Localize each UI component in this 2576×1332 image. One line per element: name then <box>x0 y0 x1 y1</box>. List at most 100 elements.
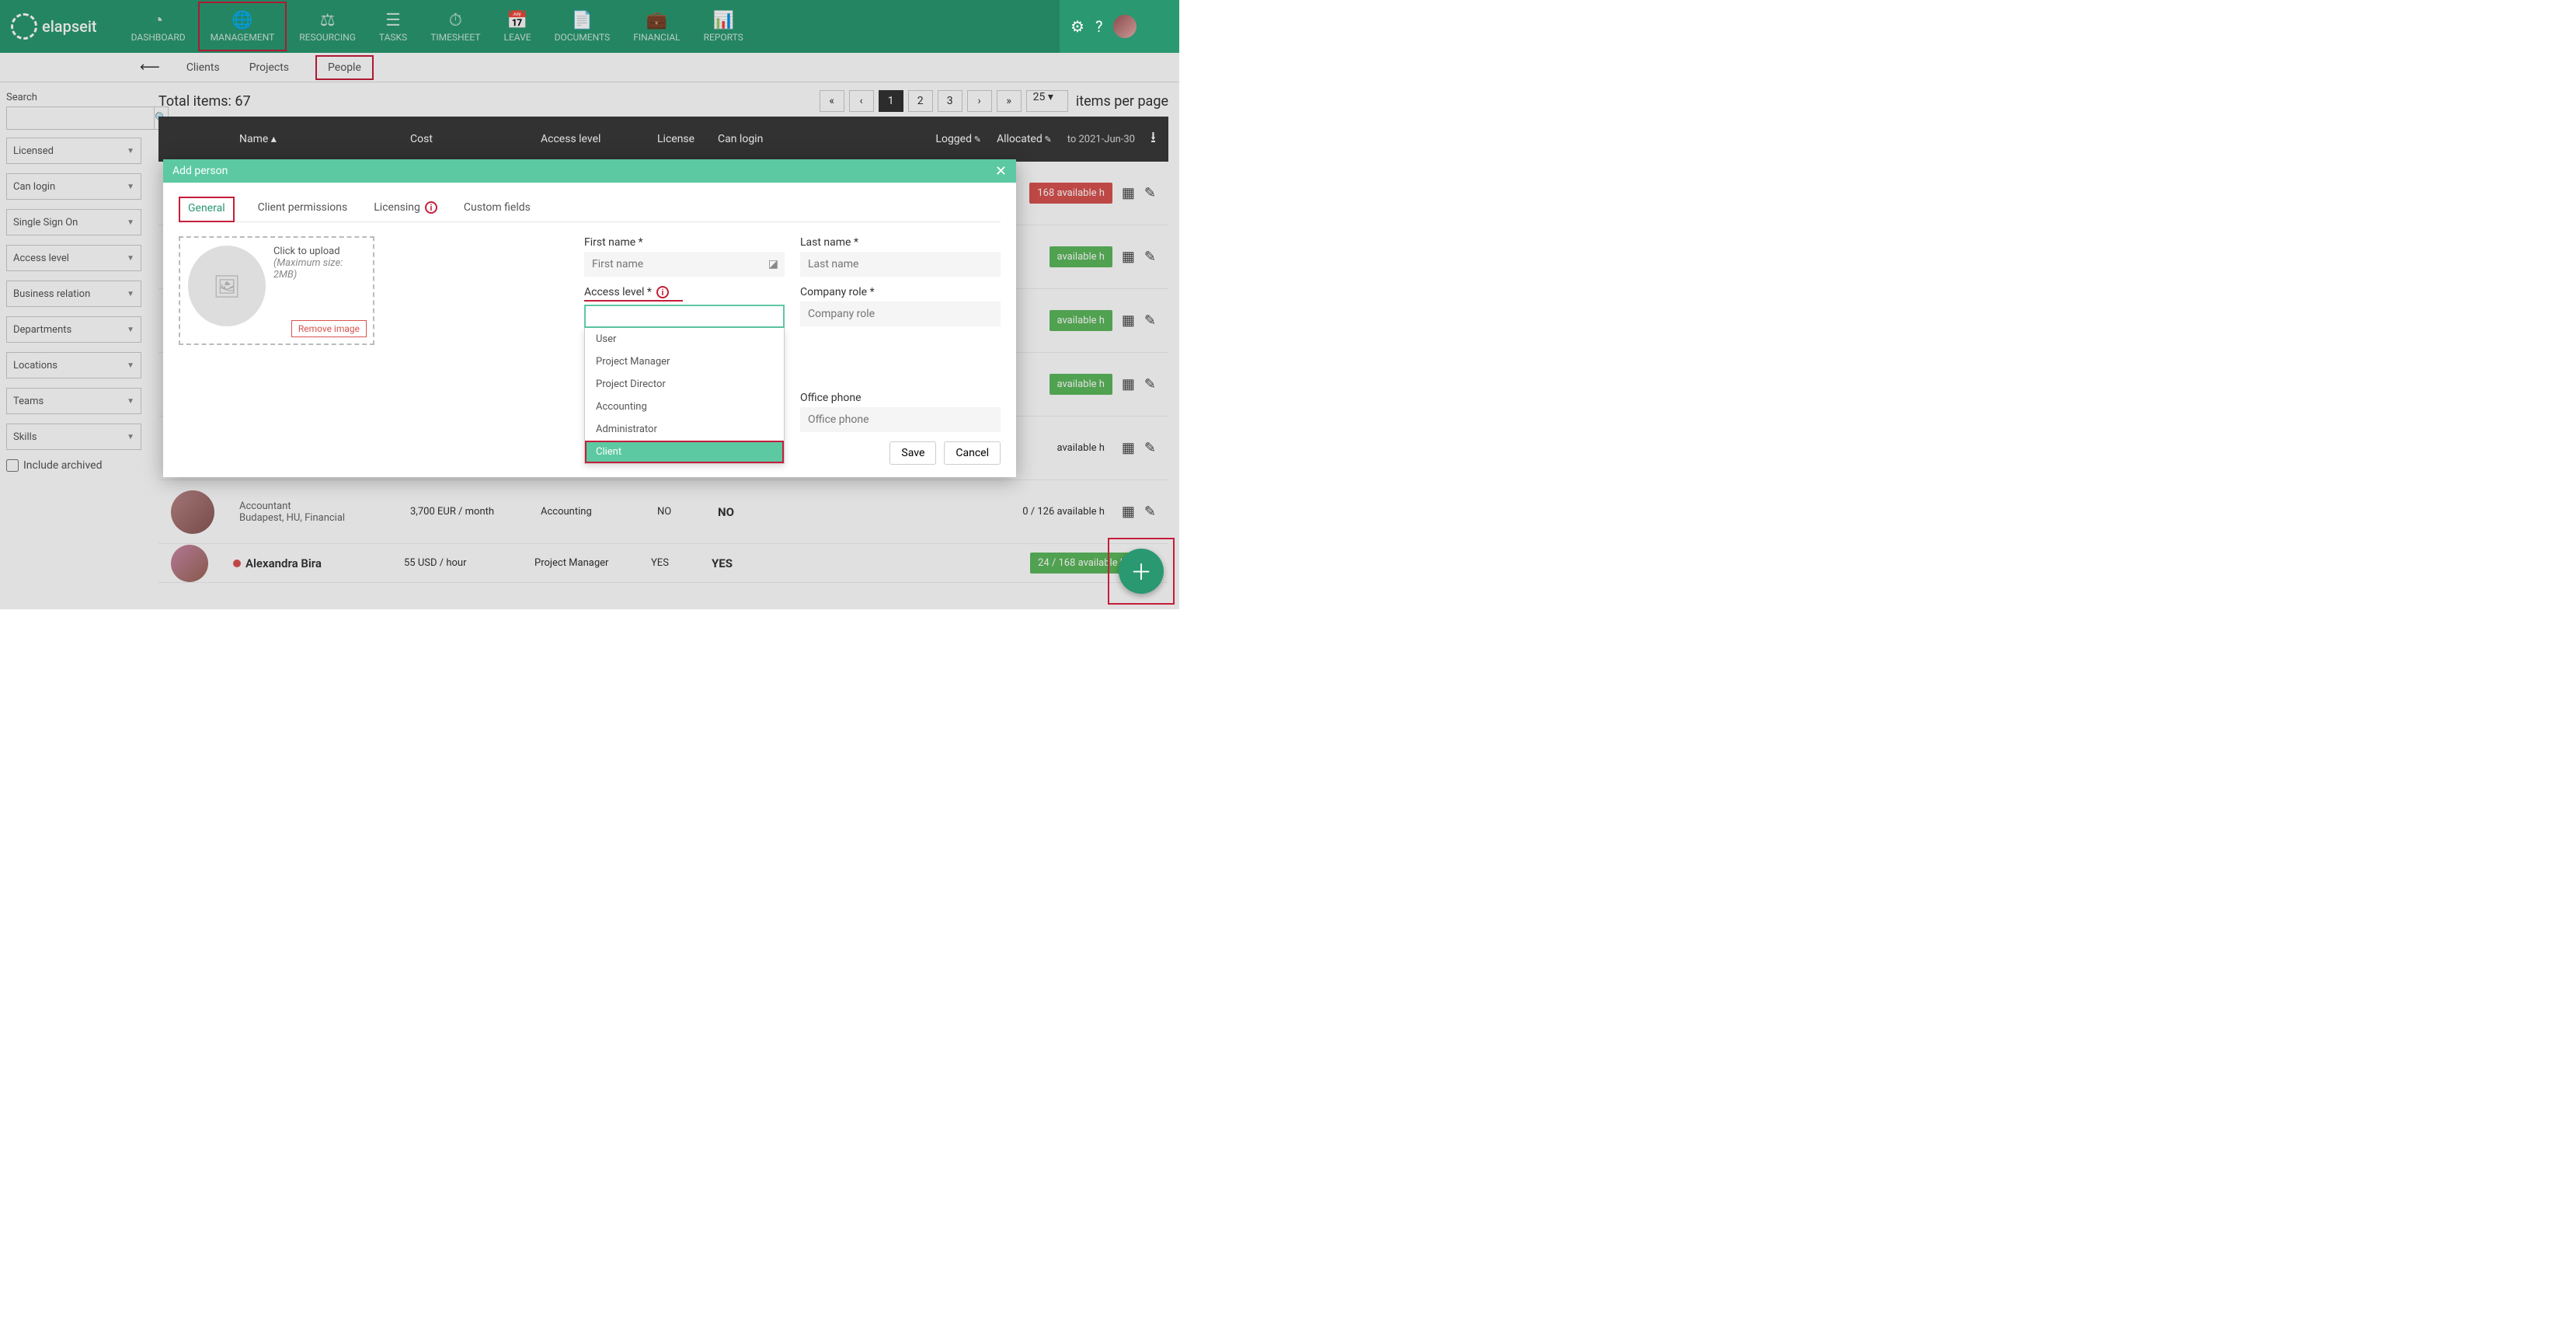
nav-financial[interactable]: 💼FINANCIAL <box>622 2 691 51</box>
search-input[interactable] <box>6 106 155 130</box>
option-administrator[interactable]: Administrator <box>585 418 784 441</box>
page-prev[interactable]: ‹ <box>849 90 874 112</box>
option-accounting[interactable]: Accounting <box>585 396 784 418</box>
row-access: Project Manager <box>534 557 651 569</box>
row-name-cell: Accountant Budapest, HU, Financial <box>239 500 410 524</box>
subnav-clients[interactable]: Clients <box>183 55 223 80</box>
per-page-label: items per page <box>1076 93 1168 110</box>
download-icon[interactable]: ⭳ <box>1150 126 1156 152</box>
help-icon[interactable]: ? <box>1095 17 1102 36</box>
filter-business-relation[interactable]: Business relation▼ <box>6 281 141 307</box>
tab-client-permissions[interactable]: Client permissions <box>255 197 351 221</box>
filter-can-login[interactable]: Can login▼ <box>6 173 141 200</box>
option-user[interactable]: User <box>585 328 784 350</box>
details-icon[interactable]: ▦ <box>1122 376 1135 392</box>
user-avatar[interactable] <box>1113 15 1137 38</box>
edit-icon[interactable]: ✎ <box>1144 185 1156 201</box>
nav-timesheet[interactable]: ⏱TIMESHEET <box>419 2 491 51</box>
details-icon[interactable]: ▦ <box>1122 440 1135 456</box>
logo-icon <box>11 13 37 40</box>
brand-text: elapseit <box>42 17 97 36</box>
edit-icon[interactable]: ✎ <box>1144 440 1156 456</box>
col-allocated[interactable]: Allocated <box>997 133 1052 145</box>
edit-icon[interactable]: ✎ <box>1144 504 1156 520</box>
nav-management[interactable]: 🌐MANAGEMENT <box>198 2 287 51</box>
edit-icon[interactable]: ✎ <box>1144 376 1156 392</box>
option-client[interactable]: Client <box>585 441 784 463</box>
modal-body: General Client permissions Licensingi Cu… <box>163 183 1016 441</box>
page-next[interactable]: › <box>967 90 992 112</box>
access-level-group: Access level *i User Project Manager Pro… <box>584 286 785 328</box>
row-license: YES <box>651 557 712 569</box>
filter-locations[interactable]: Locations▼ <box>6 352 141 378</box>
first-name-input[interactable] <box>584 252 785 277</box>
remove-image-button[interactable]: Remove image <box>291 320 367 337</box>
filter-licensed[interactable]: Licensed▼ <box>6 138 141 164</box>
nav-reports[interactable]: 📊REPORTS <box>693 2 754 51</box>
add-button[interactable]: ＋ <box>1119 549 1164 594</box>
col-login[interactable]: Can login <box>718 133 803 145</box>
page-3[interactable]: 3 <box>938 90 963 112</box>
nav-resourcing[interactable]: ⚖RESOURCING <box>288 2 367 51</box>
first-name-group: First name * ◪ <box>584 236 785 277</box>
tab-licensing[interactable]: Licensingi <box>371 197 440 221</box>
tab-general[interactable]: General <box>179 197 235 222</box>
option-project-manager[interactable]: Project Manager <box>585 350 784 373</box>
col-access[interactable]: Access level <box>541 133 657 145</box>
nav-dashboard[interactable]: ◔DASHBOARD <box>120 2 197 51</box>
photo-upload[interactable]: 🖼 Click to upload (Maximum size: 2MB) Re… <box>179 236 374 345</box>
col-license[interactable]: License <box>657 133 718 145</box>
details-icon[interactable]: ▦ <box>1122 249 1135 265</box>
per-page-select[interactable]: 25 ▾ <box>1026 90 1068 112</box>
edit-icon[interactable]: ✎ <box>1144 249 1156 265</box>
company-role-input[interactable] <box>800 302 1001 326</box>
filter-skills[interactable]: Skills▼ <box>6 424 141 450</box>
form-col-left: First name * ◪ Access level *i User <box>584 236 785 432</box>
back-icon[interactable]: ⟵ <box>140 59 160 75</box>
modal-header: Add person ✕ <box>163 159 1016 183</box>
col-cost[interactable]: Cost <box>410 133 541 145</box>
page-first[interactable]: « <box>820 90 844 112</box>
settings-icon[interactable]: ⚙ <box>1070 17 1084 36</box>
edit-icon[interactable]: ✎ <box>1144 312 1156 329</box>
cancel-button[interactable]: Cancel <box>944 441 1001 465</box>
nav-leave[interactable]: 📅LEAVE <box>493 2 542 51</box>
access-level-select[interactable]: User Project Manager Project Director Ac… <box>584 305 785 328</box>
calendar-icon: 📅 <box>506 11 527 30</box>
option-project-director[interactable]: Project Director <box>585 373 784 396</box>
nav-documents[interactable]: 📄DOCUMENTS <box>544 2 621 51</box>
page-last[interactable]: » <box>997 90 1022 112</box>
details-icon[interactable]: ▦ <box>1122 312 1135 329</box>
details-icon[interactable]: ▦ <box>1122 504 1135 520</box>
filter-departments[interactable]: Departments▼ <box>6 316 141 343</box>
modal-content-row: 🖼 Click to upload (Maximum size: 2MB) Re… <box>179 236 1001 432</box>
office-phone-group: Office phone <box>800 392 1001 432</box>
filter-teams[interactable]: Teams▼ <box>6 388 141 414</box>
col-logged[interactable]: Logged <box>935 133 981 145</box>
office-phone-input[interactable] <box>800 407 1001 432</box>
last-name-input[interactable] <box>800 252 1001 277</box>
subnav-projects[interactable]: Projects <box>246 55 292 80</box>
clipboard-icon: ☰ <box>385 11 401 30</box>
close-icon[interactable]: ✕ <box>995 163 1007 180</box>
col-name[interactable]: Name ▴ <box>239 133 410 145</box>
details-icon[interactable]: ▦ <box>1122 185 1135 201</box>
include-archived-checkbox[interactable]: Include archived <box>6 459 141 472</box>
date-range: to 2021-Jun-30 <box>1067 134 1135 145</box>
document-icon: 📄 <box>572 11 593 30</box>
chevron-down-icon: ▼ <box>127 218 134 227</box>
contact-icon: ◪ <box>768 258 778 270</box>
access-level-input[interactable] <box>584 305 785 328</box>
tab-custom-fields[interactable]: Custom fields <box>461 197 534 221</box>
nav-tasks[interactable]: ☰TASKS <box>368 2 418 51</box>
pager: « ‹ 1 2 3 › » 25 ▾ items per page <box>820 90 1168 112</box>
page-1[interactable]: 1 <box>879 90 903 112</box>
logo[interactable]: elapseit <box>11 13 97 40</box>
save-button[interactable]: Save <box>889 441 936 465</box>
access-level-label: Access level *i <box>584 286 683 302</box>
filter-access-level[interactable]: Access level▼ <box>6 245 141 271</box>
availability-badge: available h <box>1050 310 1112 331</box>
filter-sso[interactable]: Single Sign On▼ <box>6 209 141 235</box>
page-2[interactable]: 2 <box>908 90 933 112</box>
subnav-people[interactable]: People <box>315 55 374 80</box>
